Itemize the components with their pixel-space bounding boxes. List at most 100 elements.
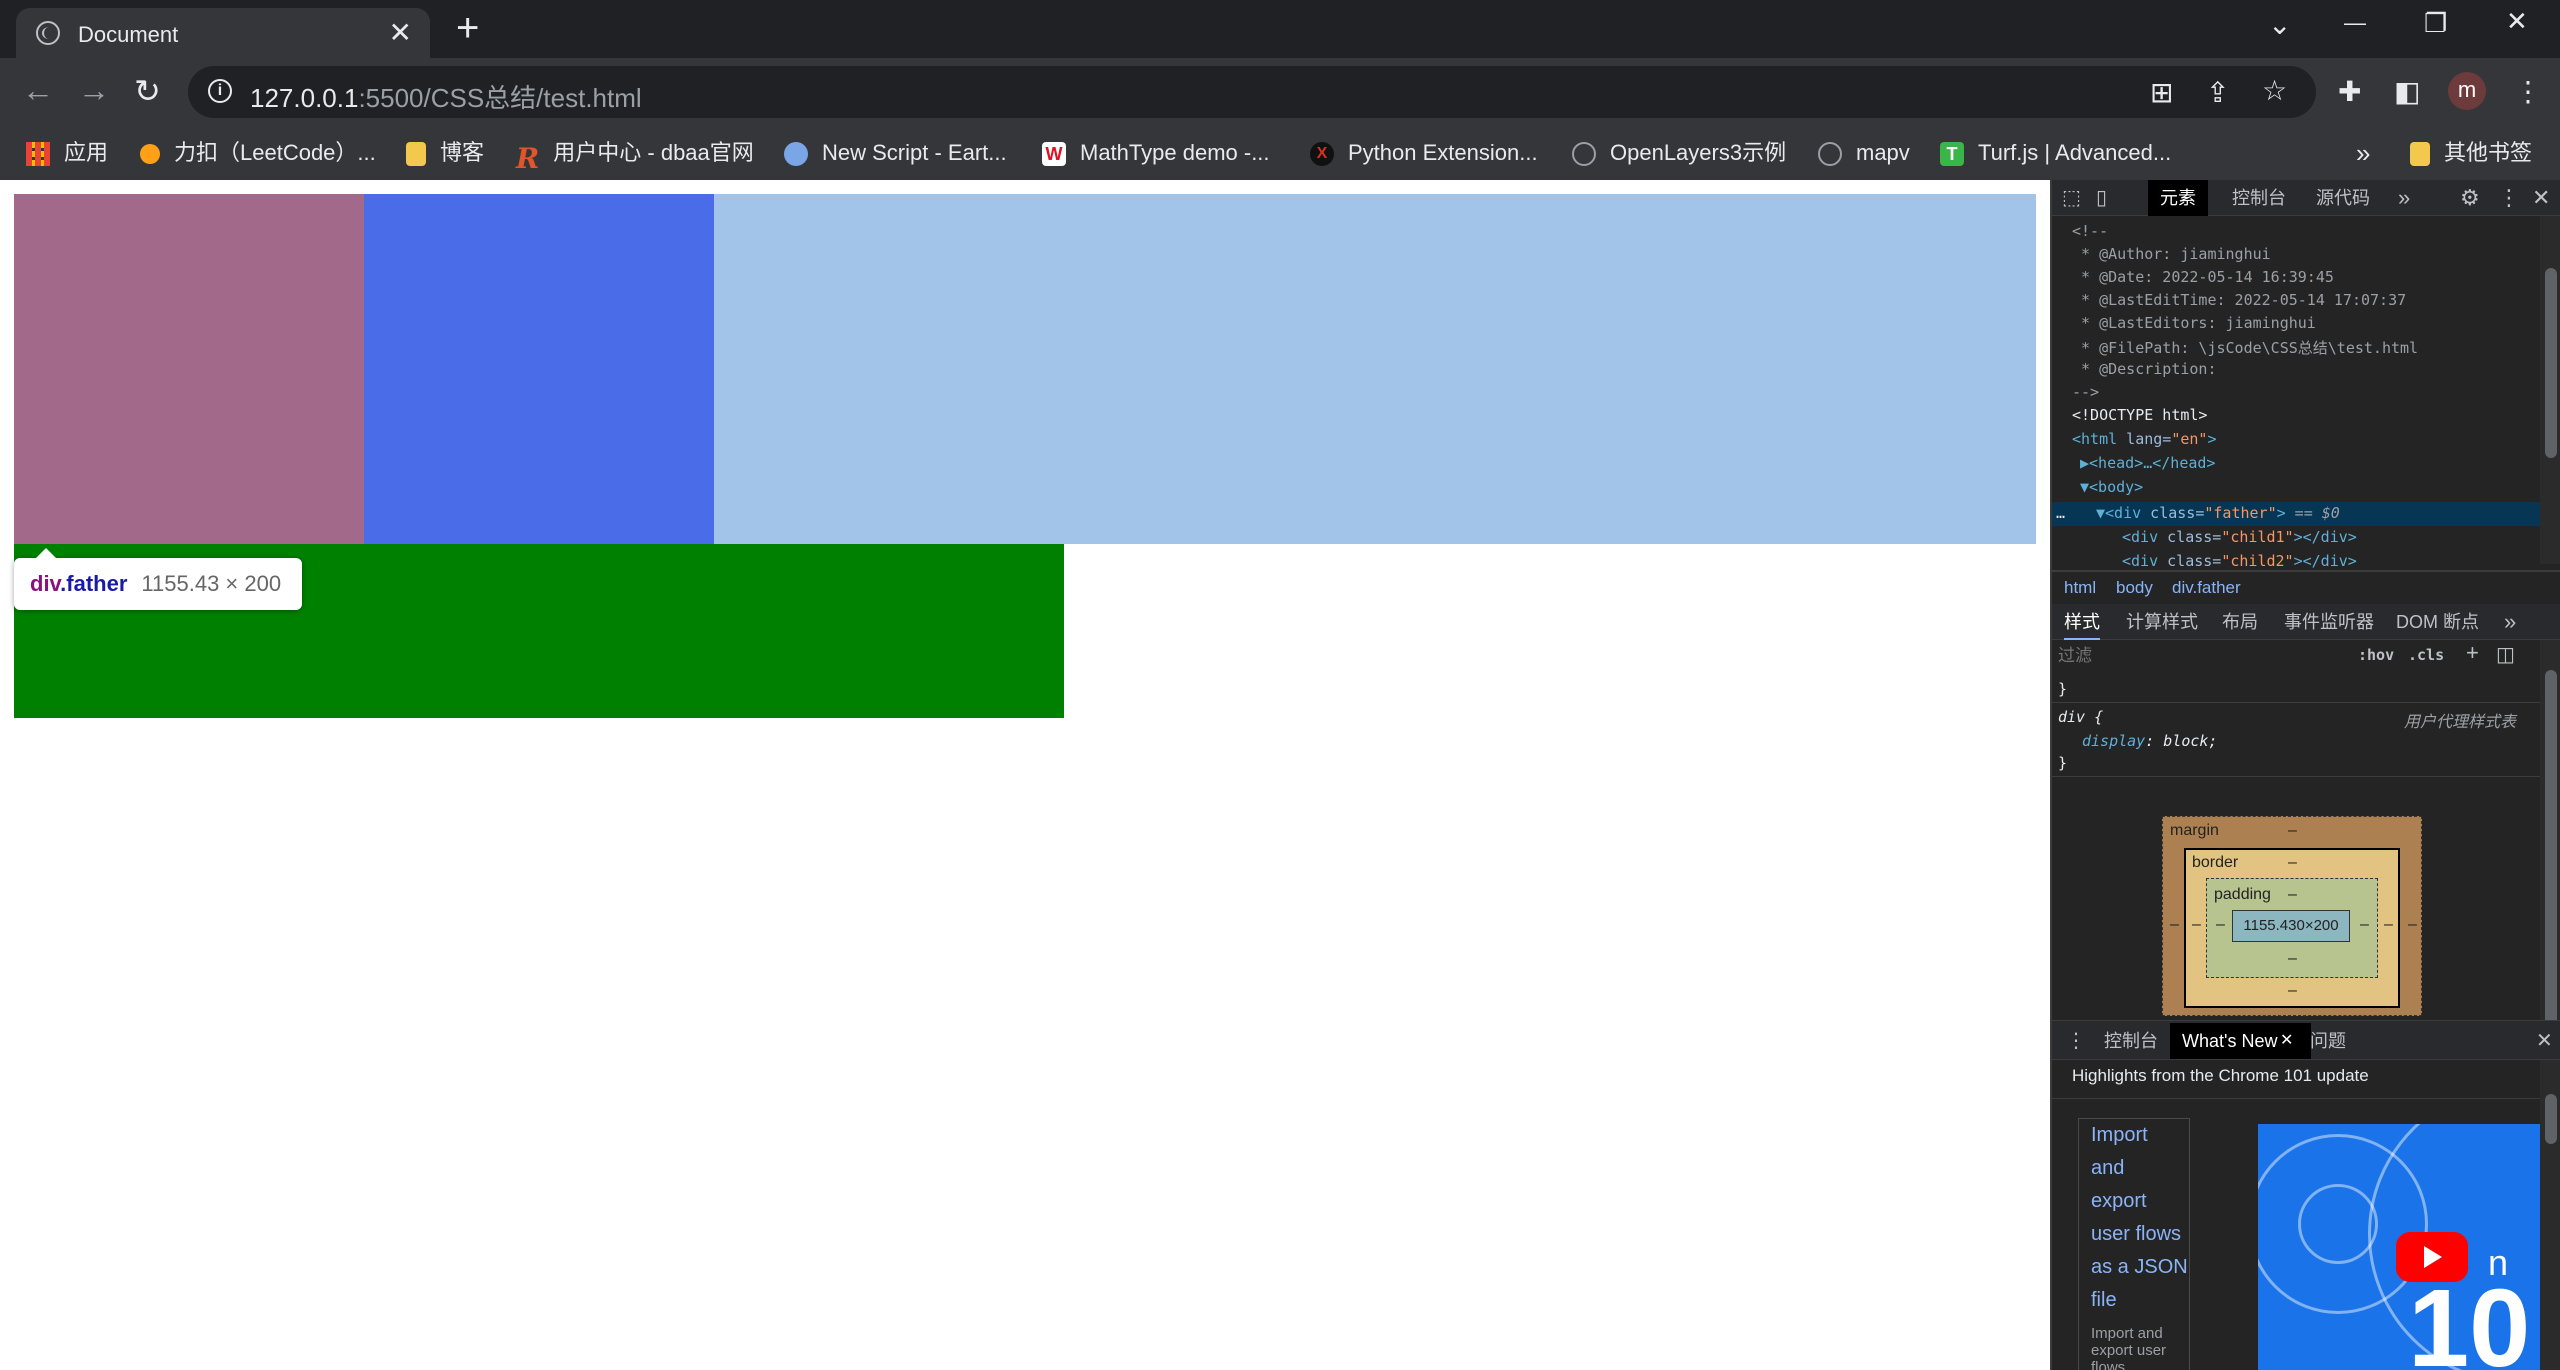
more-style-tabs-button[interactable]: » xyxy=(2504,604,2516,640)
more-tabs-button[interactable]: » xyxy=(2398,180,2410,216)
bookmark-blog[interactable]: 博客 xyxy=(406,136,484,170)
tab-styles[interactable]: 样式 xyxy=(2064,604,2100,640)
drawer-scrollbar[interactable] xyxy=(2540,1060,2560,1370)
body-node[interactable]: ▼<body> xyxy=(2080,478,2143,496)
doctype-line[interactable]: <!DOCTYPE html> xyxy=(2072,406,2207,424)
card-link-line[interactable]: export xyxy=(2091,1185,2147,1218)
child1-node[interactable]: <div class="child1"></div> xyxy=(2122,528,2357,546)
margin-right-value[interactable]: – xyxy=(2408,916,2417,934)
drawer-tab-console[interactable]: 控制台 xyxy=(2104,1023,2158,1059)
toggle-sidebar-icon[interactable]: ◫ xyxy=(2496,642,2515,667)
restore-button[interactable]: ❐ xyxy=(2424,8,2447,39)
scrollbar-thumb[interactable] xyxy=(2545,1094,2557,1144)
reload-icon[interactable]: ↻ xyxy=(134,72,161,110)
tab-dom-breakpoints[interactable]: DOM 断点 xyxy=(2396,604,2479,640)
child2-node[interactable]: <div class="child2"></div> xyxy=(2122,552,2357,570)
padding-right-value[interactable]: – xyxy=(2360,916,2369,934)
close-whats-new-icon[interactable]: ✕ xyxy=(2280,1023,2293,1059)
child2-box xyxy=(364,194,714,544)
card-link-line[interactable]: Import xyxy=(2091,1119,2148,1152)
whats-new-video-thumbnail[interactable]: n 10 xyxy=(2258,1124,2560,1370)
address-bar[interactable]: i 127.0.0.1:5500/CSS总结/test.html ⊞ ⇪ ☆ xyxy=(188,66,2316,118)
whats-new-card[interactable]: Import and export user flows as a JSON f… xyxy=(2078,1118,2190,1370)
tab-layout[interactable]: 布局 xyxy=(2222,604,2258,640)
drawer-menu-icon[interactable]: ⋮ xyxy=(2066,1023,2086,1059)
url-text[interactable]: 127.0.0.1:5500/CSS总结/test.html xyxy=(250,78,642,115)
tab-sources[interactable]: 源代码 xyxy=(2316,180,2370,216)
dom-tree-scrollbar[interactable] xyxy=(2540,216,2560,564)
padding-top-value[interactable]: – xyxy=(2288,886,2297,904)
side-panel-icon[interactable]: ◧ xyxy=(2394,75,2420,108)
menu-kebab-icon[interactable]: ⋮ xyxy=(2514,75,2542,108)
bookmark-turf[interactable]: T Turf.js | Advanced... xyxy=(1940,136,2171,170)
tab-computed[interactable]: 计算样式 xyxy=(2126,604,2198,640)
card-link-line[interactable]: and xyxy=(2091,1152,2124,1185)
inspect-element-icon[interactable]: ⬚ xyxy=(2062,180,2081,216)
other-bookmarks[interactable]: 其他书签 xyxy=(2410,136,2532,170)
breadcrumb-div-father[interactable]: div.father xyxy=(2172,578,2241,598)
bookmark-mathtype[interactable]: W MathType demo -... xyxy=(1042,136,1270,170)
drawer-tabs: ⋮ 控制台 What's New ✕ 问题 ✕ xyxy=(2052,1020,2560,1060)
devtools-menu-icon[interactable]: ⋮ xyxy=(2498,180,2520,216)
tab-search-icon[interactable]: ⌄ xyxy=(2268,8,2291,41)
border-bottom-value[interactable]: – xyxy=(2288,982,2297,1000)
scrollbar-thumb[interactable] xyxy=(2545,268,2557,458)
back-icon[interactable]: ← xyxy=(22,72,54,109)
css-declaration[interactable]: display: block; xyxy=(2082,732,2217,750)
close-window-button[interactable]: ✕ xyxy=(2506,6,2528,37)
new-style-rule-button[interactable]: + xyxy=(2466,640,2479,666)
close-tab-icon[interactable]: ✕ xyxy=(389,16,412,49)
card-link-line[interactable]: as a JSON xyxy=(2091,1251,2188,1284)
border-left-value[interactable]: – xyxy=(2192,916,2201,934)
drawer-tab-issues[interactable]: 问题 xyxy=(2310,1023,2346,1059)
tab-console[interactable]: 控制台 xyxy=(2232,180,2286,216)
breadcrumb-html[interactable]: html xyxy=(2064,578,2096,598)
bookmark-dbaa[interactable]: R 用户中心 - dbaa官网 xyxy=(516,136,754,175)
margin-left-value[interactable]: – xyxy=(2170,916,2179,934)
styles-filter-input[interactable] xyxy=(2058,644,2348,668)
border-top-value[interactable]: – xyxy=(2288,854,2297,872)
new-tab-button[interactable]: + xyxy=(456,8,479,48)
father-div-node[interactable]: ▼<div class="father"> == $0 xyxy=(2096,504,2340,522)
device-toolbar-icon[interactable]: ▯ xyxy=(2096,180,2107,216)
padding-bottom-value[interactable]: – xyxy=(2288,950,2297,968)
minimize-button[interactable]: — xyxy=(2344,10,2366,36)
boxmodel-content[interactable]: 1155.430×200 xyxy=(2232,910,2350,942)
cls-toggle[interactable]: .cls xyxy=(2408,646,2444,664)
bookmark-star-icon[interactable]: ☆ xyxy=(2262,74,2287,107)
translate-icon[interactable]: ⊞ xyxy=(2150,76,2173,109)
css-selector[interactable]: div { xyxy=(2058,708,2103,726)
tab-event-listeners[interactable]: 事件监听器 xyxy=(2284,604,2374,640)
head-node[interactable]: ▶<head>…</head> xyxy=(2080,454,2215,472)
card-link-line[interactable]: user flows xyxy=(2091,1218,2181,1251)
user-agent-stylesheet-label: 用户代理样式表 xyxy=(2404,714,2517,731)
tab-elements[interactable]: 元素 xyxy=(2148,180,2208,216)
extensions-icon[interactable]: ✚ xyxy=(2338,75,2361,108)
breadcrumb-body[interactable]: body xyxy=(2116,578,2153,598)
bookmark-leetcode[interactable]: 力扣（LeetCode）... xyxy=(140,136,376,170)
settings-gear-icon[interactable]: ⚙ xyxy=(2460,180,2480,216)
bookmark-apps[interactable]: 应用 xyxy=(26,136,108,170)
leetcode-icon xyxy=(140,144,160,165)
profile-avatar[interactable]: m xyxy=(2448,72,2486,110)
html-node[interactable]: <html lang="en"> xyxy=(2072,430,2217,448)
hov-toggle[interactable]: :hov xyxy=(2358,646,2394,664)
comment-line: * @FilePath: \jsCode\CSS总结\test.html xyxy=(2072,339,2419,357)
browser-tab[interactable]: Document ✕ xyxy=(16,8,430,58)
border-right-value[interactable]: – xyxy=(2384,916,2393,934)
share-icon[interactable]: ⇪ xyxy=(2206,76,2229,109)
comment-line: * @Description: xyxy=(2072,360,2217,378)
bookmark-earth-engine[interactable]: New Script - Eart... xyxy=(784,136,1007,170)
site-info-icon[interactable]: i xyxy=(208,79,232,103)
bookmark-python-ext[interactable]: X Python Extension... xyxy=(1310,136,1538,170)
node-actions-icon[interactable]: … xyxy=(2056,504,2065,522)
close-devtools-icon[interactable]: ✕ xyxy=(2532,180,2550,216)
card-link-line[interactable]: file xyxy=(2091,1284,2117,1317)
bookmark-openlayers[interactable]: OpenLayers3示例 xyxy=(1572,136,1786,170)
bookmark-mapv[interactable]: mapv xyxy=(1818,136,1910,170)
bookmarks-overflow-button[interactable]: » xyxy=(2356,136,2370,170)
close-drawer-icon[interactable]: ✕ xyxy=(2536,1023,2553,1059)
margin-top-value[interactable]: – xyxy=(2288,822,2297,840)
forward-icon[interactable]: → xyxy=(78,72,110,109)
padding-left-value[interactable]: – xyxy=(2216,916,2225,934)
